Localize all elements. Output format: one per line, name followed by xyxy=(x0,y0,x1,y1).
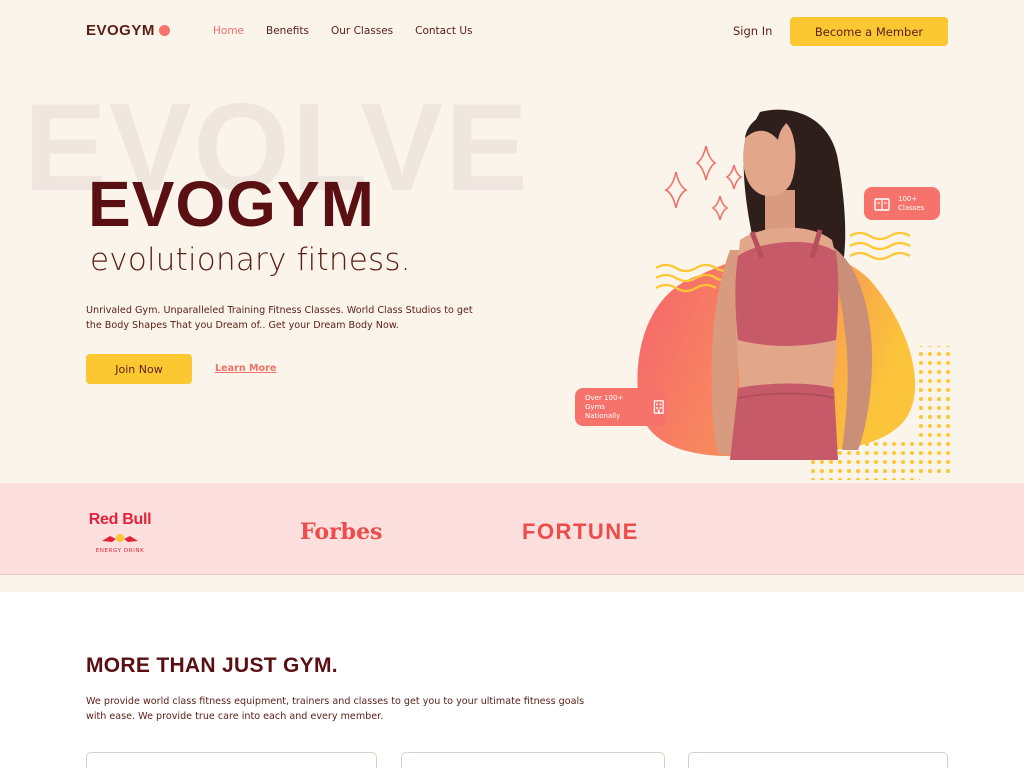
benefits-title: MORE THAN JUST GYM. xyxy=(86,654,338,677)
classes-badge-text: 100+ Classes xyxy=(898,194,925,212)
forbes-logo: Forbes xyxy=(300,519,383,545)
nav-link-home[interactable]: Home xyxy=(213,25,244,37)
benefits-section: MORE THAN JUST GYM. We provide world cla… xyxy=(0,592,1024,768)
athlete-figure xyxy=(711,109,873,460)
hero-image xyxy=(637,109,950,480)
building-icon xyxy=(654,400,665,414)
gyms-badge: Over 100+ Gyms Nationally xyxy=(575,388,667,426)
nav-links: Home Benefits Our Classes Contact Us xyxy=(213,25,473,37)
join-now-button[interactable]: Join Now xyxy=(86,354,192,384)
logo[interactable]: EVOGYM xyxy=(86,22,170,39)
nav-link-benefits[interactable]: Benefits xyxy=(266,25,309,37)
benefit-card[interactable] xyxy=(688,752,948,768)
hero-title: EVOGYM xyxy=(88,168,375,240)
logo-text: EVOGYM xyxy=(86,22,155,39)
nav-link-contact-us[interactable]: Contact Us xyxy=(415,25,472,37)
nav-link-our-classes[interactable]: Our Classes xyxy=(331,25,393,37)
gyms-badge-text: Over 100+ Gyms Nationally xyxy=(585,393,624,420)
redbull-subtitle: ENERGY DRINK xyxy=(95,548,145,554)
redbull-logo: Red Bull ENERGY DRINK xyxy=(85,511,155,554)
classes-badge: 100+ Classes xyxy=(864,187,940,220)
sparkle-icons xyxy=(664,145,743,221)
bulls-icon xyxy=(102,534,138,542)
benefit-card[interactable] xyxy=(401,752,665,768)
sign-in-link[interactable]: Sign In xyxy=(733,24,772,38)
dots-pattern xyxy=(918,346,950,476)
navbar: EVOGYM Home Benefits Our Classes Contact… xyxy=(0,0,1024,64)
sponsors-band: Red Bull ENERGY DRINK Forbes FORTUNE xyxy=(0,483,1024,575)
benefits-description: We provide world class fitness equipment… xyxy=(86,696,585,722)
learn-more-link[interactable]: Learn More xyxy=(215,363,276,374)
logo-dot-icon xyxy=(158,25,170,36)
benefit-card[interactable] xyxy=(86,752,377,768)
fortune-logo: FORTUNE xyxy=(522,519,639,544)
hero-description: Unrivaled Gym. Unparalleled Training Fit… xyxy=(86,305,473,331)
redbull-wordmark: Red Bull xyxy=(88,511,152,528)
hero-subtitle: evolutionary fitness. xyxy=(90,242,411,278)
wavy-lines-right xyxy=(849,231,911,261)
become-member-button[interactable]: Become a Member xyxy=(790,17,948,46)
book-icon xyxy=(874,197,890,211)
